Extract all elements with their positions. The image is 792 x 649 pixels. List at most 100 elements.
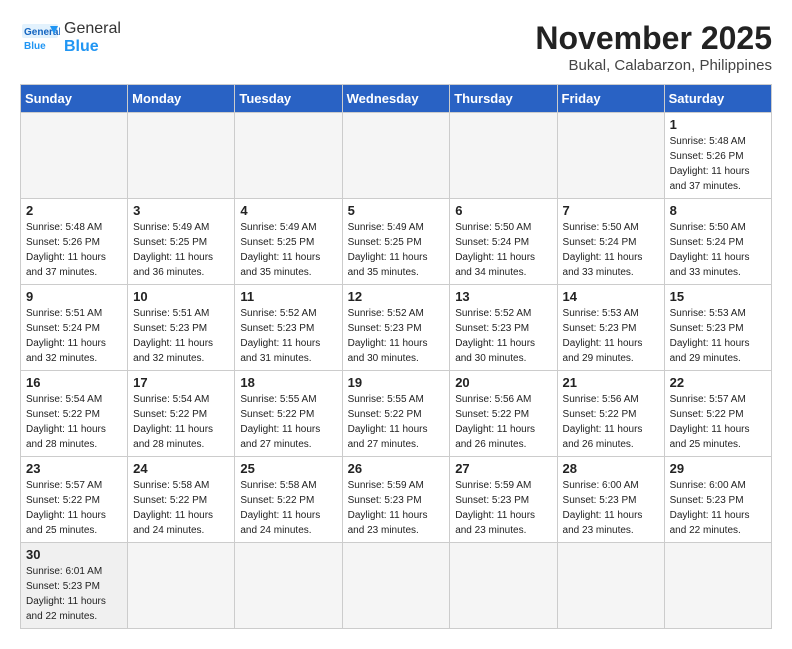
calendar-cell (128, 543, 235, 629)
day-number: 28 (563, 461, 659, 476)
day-info: Sunrise: 5:54 AM Sunset: 5:22 PM Dayligh… (133, 392, 229, 452)
calendar-cell: 27 Sunrise: 5:59 AM Sunset: 5:23 PM Dayli… (450, 457, 557, 543)
day-number: 24 (133, 461, 229, 476)
day-info: Sunrise: 5:51 AM Sunset: 5:24 PM Dayligh… (26, 306, 122, 366)
weekday-header: Saturday (664, 85, 771, 113)
day-number: 6 (455, 203, 551, 218)
day-number: 12 (348, 289, 445, 304)
calendar-cell: 10 Sunrise: 5:51 AM Sunset: 5:23 PM Dayli… (128, 285, 235, 371)
calendar-cell (342, 543, 450, 629)
day-number: 17 (133, 375, 229, 390)
calendar-cell: 14Sunrise: 5:53 AM Sunset: 5:23 PM Dayli… (557, 285, 664, 371)
calendar-cell (342, 113, 450, 199)
weekday-header-row: SundayMondayTuesdayWednesdayThursdayFrid… (21, 85, 772, 113)
day-info: Sunrise: 5:51 AM Sunset: 5:23 PM Dayligh… (133, 306, 229, 366)
calendar-cell (235, 113, 342, 199)
calendar-cell (557, 543, 664, 629)
logo-icon: General Blue (20, 22, 60, 54)
calendar-cell: 2 Sunrise: 5:48 AM Sunset: 5:26 PM Daylig… (21, 199, 128, 285)
day-number: 25 (240, 461, 336, 476)
day-number: 1 (670, 117, 766, 132)
day-info: Sunrise: 5:52 AM Sunset: 5:23 PM Dayligh… (455, 306, 551, 366)
day-info: Sunrise: 5:57 AM Sunset: 5:22 PM Dayligh… (670, 392, 766, 452)
day-info: Sunrise: 5:52 AM Sunset: 5:23 PM Dayligh… (240, 306, 336, 366)
day-info: Sunrise: 5:59 AM Sunset: 5:23 PM Dayligh… (455, 478, 551, 538)
calendar-cell (450, 543, 557, 629)
calendar-cell: 6 Sunrise: 5:50 AM Sunset: 5:24 PM Daylig… (450, 199, 557, 285)
weekday-header: Sunday (21, 85, 128, 113)
day-info: Sunrise: 5:55 AM Sunset: 5:22 PM Dayligh… (240, 392, 336, 452)
calendar-cell: 7 Sunrise: 5:50 AM Sunset: 5:24 PM Daylig… (557, 199, 664, 285)
calendar-cell: 21 Sunrise: 5:56 AM Sunset: 5:22 PM Dayli… (557, 371, 664, 457)
calendar-cell: 11Sunrise: 5:52 AM Sunset: 5:23 PM Dayli… (235, 285, 342, 371)
calendar-cell: 8 Sunrise: 5:50 AM Sunset: 5:24 PM Daylig… (664, 199, 771, 285)
weekday-header: Tuesday (235, 85, 342, 113)
calendar-cell: 30 Sunrise: 6:01 AM Sunset: 5:23 PM Dayli… (21, 543, 128, 629)
calendar-cell: 20Sunrise: 5:56 AM Sunset: 5:22 PM Dayli… (450, 371, 557, 457)
weekday-header: Thursday (450, 85, 557, 113)
day-info: Sunrise: 5:56 AM Sunset: 5:22 PM Dayligh… (455, 392, 551, 452)
calendar-cell: 22 Sunrise: 5:57 AM Sunset: 5:22 PM Dayli… (664, 371, 771, 457)
day-number: 13 (455, 289, 551, 304)
calendar-cell (664, 543, 771, 629)
day-number: 27 (455, 461, 551, 476)
day-info: Sunrise: 5:50 AM Sunset: 5:24 PM Dayligh… (563, 220, 659, 280)
calendar-cell (21, 113, 128, 199)
day-number: 26 (348, 461, 445, 476)
calendar-table: SundayMondayTuesdayWednesdayThursdayFrid… (20, 84, 772, 629)
calendar-week-row: 1 Sunrise: 5:48 AM Sunset: 5:26 PM Daylig… (21, 113, 772, 199)
day-number: 23 (26, 461, 122, 476)
calendar-cell (128, 113, 235, 199)
calendar-cell: 9 Sunrise: 5:51 AM Sunset: 5:24 PM Daylig… (21, 285, 128, 371)
day-number: 19 (348, 375, 445, 390)
calendar-cell: 4Sunrise: 5:49 AM Sunset: 5:25 PM Daylig… (235, 199, 342, 285)
day-number: 22 (670, 375, 766, 390)
day-info: Sunrise: 5:56 AM Sunset: 5:22 PM Dayligh… (563, 392, 659, 452)
day-info: Sunrise: 5:58 AM Sunset: 5:22 PM Dayligh… (240, 478, 336, 538)
day-number: 9 (26, 289, 122, 304)
weekday-header: Friday (557, 85, 664, 113)
calendar-week-row: 30 Sunrise: 6:01 AM Sunset: 5:23 PM Dayli… (21, 543, 772, 629)
day-info: Sunrise: 5:48 AM Sunset: 5:26 PM Dayligh… (670, 134, 766, 194)
calendar-cell (557, 113, 664, 199)
calendar-cell: 26 Sunrise: 5:59 AM Sunset: 5:23 PM Dayli… (342, 457, 450, 543)
day-number: 16 (26, 375, 122, 390)
day-number: 3 (133, 203, 229, 218)
day-info: Sunrise: 5:59 AM Sunset: 5:23 PM Dayligh… (348, 478, 445, 538)
day-number: 30 (26, 547, 122, 562)
day-number: 2 (26, 203, 122, 218)
day-info: Sunrise: 5:48 AM Sunset: 5:26 PM Dayligh… (26, 220, 122, 280)
day-info: Sunrise: 5:50 AM Sunset: 5:24 PM Dayligh… (670, 220, 766, 280)
calendar-cell: 17 Sunrise: 5:54 AM Sunset: 5:22 PM Dayli… (128, 371, 235, 457)
day-number: 18 (240, 375, 336, 390)
day-number: 7 (563, 203, 659, 218)
calendar-cell: 1 Sunrise: 5:48 AM Sunset: 5:26 PM Daylig… (664, 113, 771, 199)
day-info: Sunrise: 5:49 AM Sunset: 5:25 PM Dayligh… (133, 220, 229, 280)
calendar-cell: 18 Sunrise: 5:55 AM Sunset: 5:22 PM Dayli… (235, 371, 342, 457)
calendar-cell: 15Sunrise: 5:53 AM Sunset: 5:23 PM Dayli… (664, 285, 771, 371)
day-info: Sunrise: 6:01 AM Sunset: 5:23 PM Dayligh… (26, 564, 122, 624)
calendar-cell: 12Sunrise: 5:52 AM Sunset: 5:23 PM Dayli… (342, 285, 450, 371)
weekday-header: Monday (128, 85, 235, 113)
day-info: Sunrise: 6:00 AM Sunset: 5:23 PM Dayligh… (563, 478, 659, 538)
calendar-cell: 3 Sunrise: 5:49 AM Sunset: 5:25 PM Daylig… (128, 199, 235, 285)
day-number: 4 (240, 203, 336, 218)
day-number: 10 (133, 289, 229, 304)
calendar-cell: 28 Sunrise: 6:00 AM Sunset: 5:23 PM Dayli… (557, 457, 664, 543)
calendar-week-row: 16 Sunrise: 5:54 AM Sunset: 5:22 PM Dayli… (21, 371, 772, 457)
calendar-cell: 13 Sunrise: 5:52 AM Sunset: 5:23 PM Dayli… (450, 285, 557, 371)
calendar-cell: 24Sunrise: 5:58 AM Sunset: 5:22 PM Dayli… (128, 457, 235, 543)
calendar-cell (450, 113, 557, 199)
page-header: General Blue General Blue November 2025 … (20, 20, 772, 74)
day-number: 14 (563, 289, 659, 304)
calendar-cell (235, 543, 342, 629)
day-number: 8 (670, 203, 766, 218)
calendar-week-row: 23Sunrise: 5:57 AM Sunset: 5:22 PM Dayli… (21, 457, 772, 543)
calendar-cell: 5Sunrise: 5:49 AM Sunset: 5:25 PM Daylig… (342, 199, 450, 285)
logo: General Blue General Blue (20, 20, 121, 55)
day-info: Sunrise: 5:54 AM Sunset: 5:22 PM Dayligh… (26, 392, 122, 452)
day-info: Sunrise: 5:50 AM Sunset: 5:24 PM Dayligh… (455, 220, 551, 280)
day-number: 21 (563, 375, 659, 390)
day-info: Sunrise: 5:53 AM Sunset: 5:23 PM Dayligh… (670, 306, 766, 366)
calendar-cell: 23Sunrise: 5:57 AM Sunset: 5:22 PM Dayli… (21, 457, 128, 543)
